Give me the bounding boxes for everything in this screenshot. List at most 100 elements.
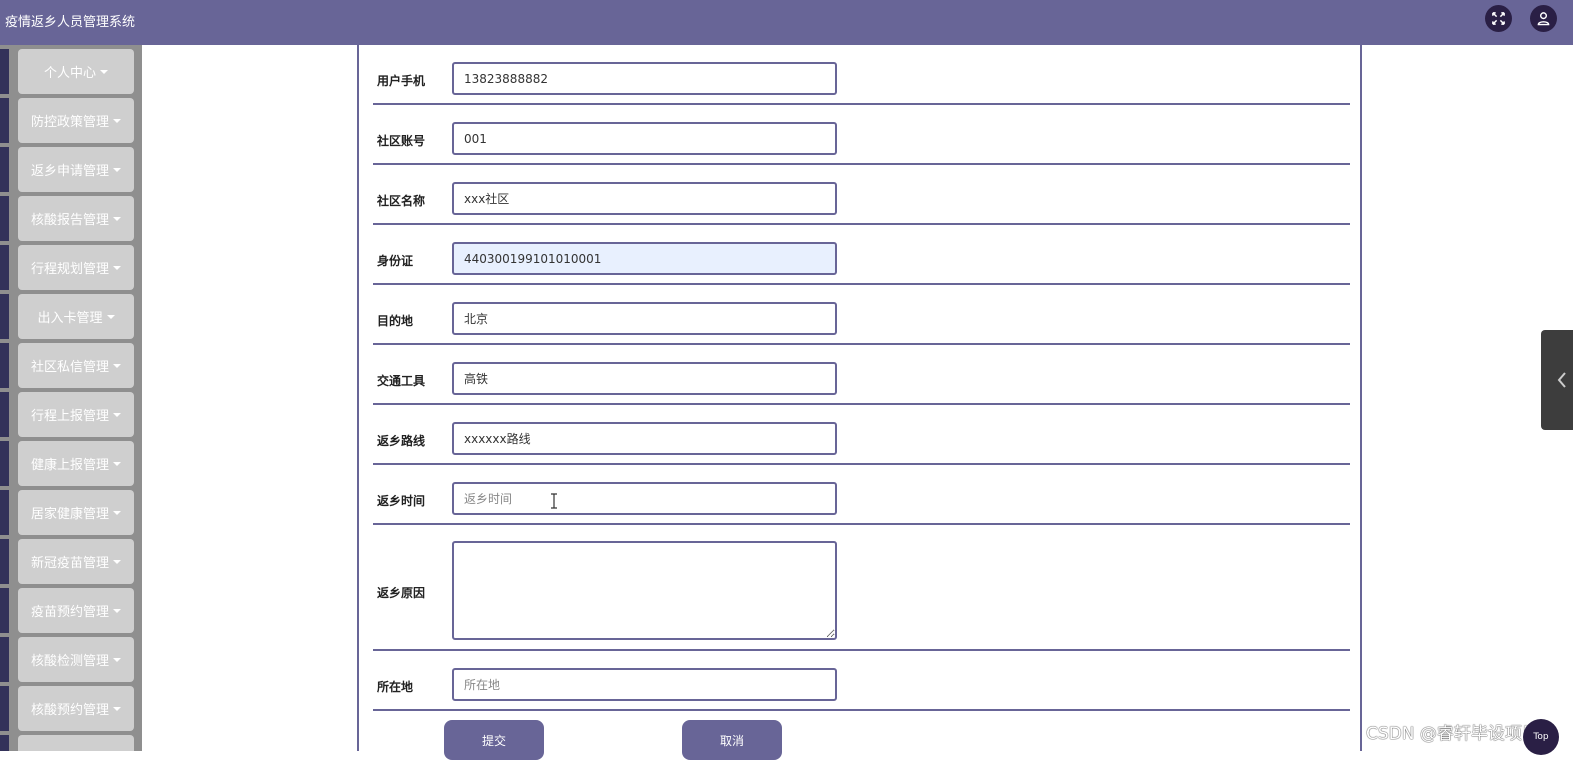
menu-button[interactable]: 防控政策管理 (18, 98, 134, 143)
fullscreen-icon[interactable] (1485, 5, 1512, 32)
side-drawer-tab[interactable] (1541, 330, 1573, 430)
sidebar-item-nucleic-report[interactable]: 核酸报告管理 (0, 196, 134, 241)
menu-stripe (0, 686, 9, 731)
menu-button[interactable] (18, 735, 134, 751)
location-input[interactable] (452, 668, 837, 701)
caret-down-icon (100, 69, 108, 74)
menu-stripe (0, 637, 9, 682)
sidebar-item-policy[interactable]: 防控政策管理 (0, 98, 134, 143)
form-row-route: 返乡路线 (373, 405, 1350, 465)
return-reason-textarea[interactable] (452, 541, 837, 640)
caret-down-icon (113, 559, 121, 564)
community-name-input[interactable] (452, 182, 837, 215)
sidebar-item-itinerary-report[interactable]: 行程上报管理 (0, 392, 134, 437)
sidebar-item-personal-center[interactable]: 个人中心 (0, 49, 134, 94)
menu-stripe (0, 490, 9, 535)
id-card-input[interactable] (452, 242, 837, 275)
field-label: 社区账号 (377, 134, 426, 148)
sidebar-item-label: 出入卡管理 (37, 311, 103, 326)
form-row-return-reason: 返乡原因 (373, 525, 1350, 651)
caret-down-icon (113, 216, 121, 221)
caret-down-icon (113, 657, 121, 662)
field-label: 返乡原因 (377, 586, 426, 600)
sidebar-item-label: 返乡申请管理 (30, 164, 109, 179)
menu-stripe (0, 196, 9, 241)
menu-stripe (0, 49, 9, 94)
sidebar-item-access-card[interactable]: 出入卡管理 (0, 294, 134, 339)
sidebar-item-partial[interactable] (0, 735, 134, 751)
menu-button[interactable]: 疫苗预约管理 (18, 588, 134, 633)
community-account-input[interactable] (452, 122, 837, 155)
menu-button[interactable]: 出入卡管理 (18, 294, 134, 339)
form-row-phone: 用户手机 (373, 45, 1350, 105)
transport-input[interactable] (452, 362, 837, 395)
sidebar-item-label: 核酸报告管理 (30, 213, 109, 228)
menu-button[interactable]: 返乡申请管理 (18, 147, 134, 192)
cancel-button[interactable]: 取消 (682, 720, 782, 760)
menu-button[interactable]: 核酸报告管理 (18, 196, 134, 241)
menu-button[interactable]: 健康上报管理 (18, 441, 134, 486)
caret-down-icon (113, 510, 121, 515)
form-row-id-card: 身份证 (373, 225, 1350, 285)
sidebar-item-label: 个人中心 (43, 66, 96, 81)
sidebar-item-label: 社区私信管理 (30, 360, 109, 375)
caret-down-icon (113, 608, 121, 613)
text-cursor-icon (551, 493, 557, 509)
menu-button[interactable]: 行程上报管理 (18, 392, 134, 437)
watermark: CSDN @睿轩毕设项目 (1366, 724, 1539, 744)
field-label: 社区名称 (377, 194, 426, 208)
app-title: 疫情返乡人员管理系统 (5, 15, 136, 30)
menu-button[interactable]: 社区私信管理 (18, 343, 134, 388)
destination-input[interactable] (452, 302, 837, 335)
route-input[interactable] (452, 422, 837, 455)
back-to-top-button[interactable]: Top (1523, 719, 1559, 755)
form-row-return-time: 返乡时间 (373, 465, 1350, 525)
chevron-left-icon (1557, 372, 1566, 388)
sidebar-item-health-report[interactable]: 健康上报管理 (0, 441, 134, 486)
menu-button[interactable]: 核酸预约管理 (18, 686, 134, 731)
sidebar-item-nucleic-test[interactable]: 核酸检测管理 (0, 637, 134, 682)
caret-down-icon (113, 363, 121, 368)
sidebar-item-label: 防控政策管理 (30, 115, 109, 130)
phone-input[interactable] (452, 62, 837, 95)
sidebar-item-covid-vaccine[interactable]: 新冠疫苗管理 (0, 539, 134, 584)
menu-stripe (0, 588, 9, 633)
form-row-transport: 交通工具 (373, 345, 1350, 405)
sidebar-item-itinerary-plan[interactable]: 行程规划管理 (0, 245, 134, 290)
sidebar-item-nucleic-appointment[interactable]: 核酸预约管理 (0, 686, 134, 731)
form-panel: 用户手机 社区账号 社区名称 身份证 目的地 交通工具 返乡路线 返乡时间 返乡… (357, 45, 1362, 751)
sidebar-item-return-application[interactable]: 返乡申请管理 (0, 147, 134, 192)
menu-stripe (0, 343, 9, 388)
menu-button[interactable]: 个人中心 (18, 49, 134, 94)
menu-stripe (0, 735, 9, 751)
menu-button[interactable]: 核酸检测管理 (18, 637, 134, 682)
caret-down-icon (113, 461, 121, 466)
return-time-input[interactable] (452, 482, 837, 515)
sidebar: 个人中心 防控政策管理 返乡申请管理 核酸报告管理 行程规划管理 出入卡管理 社… (0, 45, 142, 751)
caret-down-icon (113, 265, 121, 270)
caret-down-icon (113, 118, 121, 123)
menu-stripe (0, 147, 9, 192)
user-icon[interactable] (1530, 5, 1557, 32)
menu-stripe (0, 441, 9, 486)
field-label: 交通工具 (377, 374, 426, 388)
sidebar-item-home-health[interactable]: 居家健康管理 (0, 490, 134, 535)
caret-down-icon (106, 314, 115, 319)
sidebar-item-community-message[interactable]: 社区私信管理 (0, 343, 134, 388)
sidebar-item-label: 新冠疫苗管理 (30, 556, 109, 571)
sidebar-item-label: 行程上报管理 (30, 409, 109, 424)
menu-stripe (0, 539, 9, 584)
sidebar-item-vaccine-appointment[interactable]: 疫苗预约管理 (0, 588, 134, 633)
field-label: 返乡路线 (377, 434, 426, 448)
submit-button[interactable]: 提交 (444, 720, 544, 760)
menu-button[interactable]: 新冠疫苗管理 (18, 539, 134, 584)
sidebar-item-label: 核酸检测管理 (30, 654, 109, 669)
field-label: 目的地 (377, 314, 414, 328)
sidebar-item-label: 行程规划管理 (30, 262, 109, 277)
caret-down-icon (113, 412, 121, 417)
field-label: 身份证 (377, 254, 414, 268)
menu-button[interactable]: 行程规划管理 (18, 245, 134, 290)
caret-down-icon (113, 167, 121, 172)
menu-stripe (0, 98, 9, 143)
menu-button[interactable]: 居家健康管理 (18, 490, 134, 535)
